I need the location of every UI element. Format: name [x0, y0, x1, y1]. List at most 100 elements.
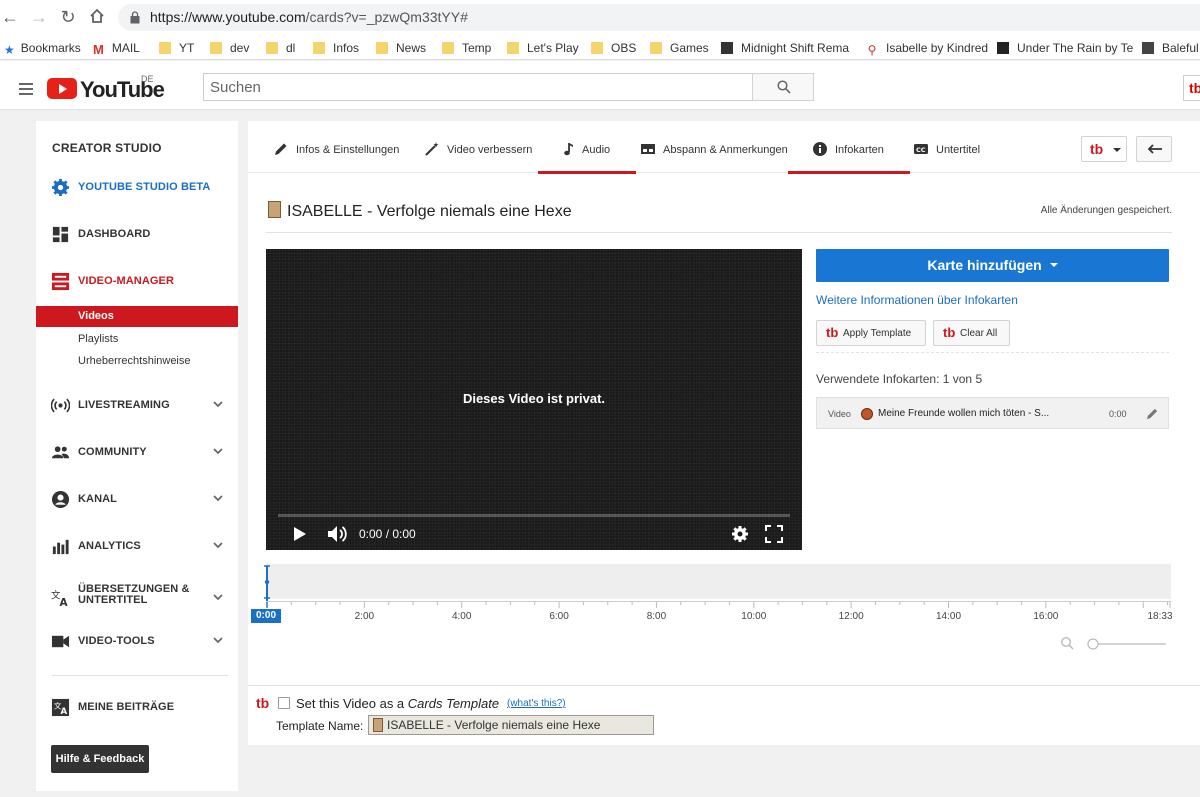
- gear-icon: [51, 178, 70, 197]
- menu-icon[interactable]: [19, 83, 33, 98]
- used-cards-count: Verwendete Infokarten: 1 von 5: [816, 372, 983, 386]
- cards-template-label: Set this Video as a Cards Template: [296, 696, 500, 711]
- tubebuddy-menu[interactable]: tb: [1183, 75, 1200, 101]
- volume-icon[interactable]: [327, 525, 347, 543]
- sidebar-item-video-tools[interactable]: VIDEO-TOOLS: [36, 626, 238, 658]
- sidebar-subitem-playlists[interactable]: Playlists: [36, 329, 238, 350]
- panel-divider: [816, 352, 1169, 353]
- bookmark-obs[interactable]: OBS: [591, 39, 636, 57]
- reload-icon[interactable]: ↻: [58, 7, 78, 27]
- tab-info-cards[interactable]: Infokarten: [788, 121, 910, 174]
- bookmark-baleful[interactable]: Baleful: [1142, 39, 1199, 57]
- sidebar-subitem-videos[interactable]: Videos: [36, 306, 238, 327]
- caret-down-icon: [1113, 148, 1121, 152]
- bookmark-dl[interactable]: dl: [266, 39, 295, 57]
- settings-gear-icon[interactable]: [731, 525, 749, 543]
- chevron-down-icon[interactable]: [212, 492, 224, 504]
- page-icon: [1142, 42, 1154, 54]
- fullscreen-icon[interactable]: [765, 525, 783, 543]
- whats-this-link[interactable]: (what's this?): [507, 698, 566, 709]
- editor-tabs: Infos & Einstellungen Video verbessern A…: [248, 121, 1200, 174]
- forward-arrow-icon[interactable]: →: [29, 7, 49, 27]
- lock-icon: [130, 11, 140, 24]
- add-card-button[interactable]: Karte hinzufügen: [816, 249, 1169, 282]
- video-title: ISABELLE - Verfolge niemals eine Hexe: [268, 201, 572, 221]
- youtube-play-icon: [47, 78, 77, 99]
- back-arrow-icon[interactable]: ←: [0, 7, 20, 27]
- tab-info-settings[interactable]: Infos & Einstellungen: [273, 121, 403, 173]
- tab-audio[interactable]: Audio: [538, 121, 636, 174]
- caret-down-icon: [1049, 263, 1058, 267]
- chevron-down-icon[interactable]: [212, 591, 224, 603]
- sidebar-item-my-contributions[interactable]: 文A MEINE BEITRÄGE: [36, 692, 238, 724]
- player-progress-bar[interactable]: [278, 514, 790, 517]
- timeline-tick-label: 10:00: [741, 611, 767, 622]
- endscreen-icon: [641, 144, 655, 154]
- sidebar-subitem-copyright[interactable]: Urheberrechtshinweise: [36, 351, 238, 372]
- closed-captions-icon: CC: [914, 144, 928, 154]
- bookmark-dev[interactable]: dev: [210, 39, 249, 57]
- sidebar-item-community[interactable]: COMMUNITY: [36, 437, 238, 469]
- bookmark-yt[interactable]: YT: [159, 39, 194, 57]
- apply-template-button[interactable]: tb Apply Template: [816, 320, 926, 346]
- sidebar-item-studio-beta[interactable]: YOUTUBE STUDIO BETA: [36, 172, 238, 204]
- chevron-down-icon[interactable]: [212, 445, 224, 457]
- video-player[interactable]: Dieses Video ist privat. 0:00 / 0:00: [266, 249, 802, 550]
- bookmark-mail[interactable]: M MAIL: [93, 39, 140, 57]
- folder-icon: [507, 42, 519, 54]
- more-info-cards-link[interactable]: Weitere Informationen über Infokarten: [816, 293, 1018, 307]
- card-thumbnail-icon: [861, 408, 873, 420]
- bookmark-midnight-shift[interactable]: Midnight Shift Rema: [721, 39, 849, 57]
- chevron-down-icon[interactable]: [212, 539, 224, 551]
- sidebar-divider: [52, 675, 228, 676]
- sidebar-item-kanal[interactable]: KANAL: [36, 484, 238, 516]
- tab-endscreen[interactable]: Abspann & Anmerkungen: [640, 121, 788, 173]
- timeline-tick-label: 12:00: [838, 611, 864, 622]
- svg-text:CC: CC: [916, 146, 926, 154]
- tab-subtitles[interactable]: CC Untertitel: [913, 121, 988, 173]
- community-icon: [51, 446, 70, 459]
- video-manager-icon: [51, 272, 70, 291]
- bookmarks-menu[interactable]: ★ Bookmarks: [4, 39, 81, 57]
- chevron-down-icon[interactable]: [212, 398, 224, 410]
- sidebar-item-translations[interactable]: 文A ÜBERSETZUNGEN & UNTERTITEL: [36, 579, 238, 619]
- analytics-icon: [52, 539, 69, 555]
- tubebuddy-dropdown[interactable]: tb: [1081, 136, 1127, 162]
- page-icon: [997, 42, 1009, 54]
- bookmark-games[interactable]: Games: [650, 39, 709, 57]
- search-input[interactable]: Suchen: [203, 73, 753, 101]
- timeline-tick-marks: [266, 602, 1171, 608]
- sidebar-item-analytics[interactable]: ANALYTICS: [36, 531, 238, 563]
- pencil-icon[interactable]: [1146, 407, 1159, 420]
- bookmark-isabelle[interactable]: ⚲ Isabelle by Kindred: [866, 39, 988, 57]
- home-icon[interactable]: [87, 7, 107, 27]
- tubebuddy-icon: tb: [1090, 141, 1104, 157]
- info-icon: [813, 142, 827, 156]
- help-feedback-button[interactable]: Hilfe & Feedback: [51, 745, 149, 773]
- sidebar-item-dashboard[interactable]: DASHBOARD: [36, 219, 238, 251]
- search-button[interactable]: [752, 73, 814, 101]
- bookmark-infos[interactable]: Infos: [313, 39, 359, 57]
- template-name-field[interactable]: ISABELLE - Verfolge niemals eine Hexe: [368, 715, 654, 735]
- chevron-down-icon[interactable]: [212, 634, 224, 646]
- address-text: https://www.youtube.com/cards?v=_pzwQm33…: [150, 9, 468, 25]
- card-timeline-track[interactable]: [266, 564, 1171, 599]
- bookmark-under-the-rain[interactable]: Under The Rain by Te: [997, 39, 1133, 57]
- video-thumbnail-icon: [268, 201, 281, 218]
- tab-enhance[interactable]: Video verbessern: [424, 121, 534, 173]
- back-button[interactable]: [1136, 136, 1172, 162]
- address-bar[interactable]: https://www.youtube.com/cards?v=_pzwQm33…: [118, 4, 1200, 31]
- bookmark-lets-play[interactable]: Let's Play: [507, 39, 579, 57]
- clear-all-button[interactable]: tb Clear All: [933, 320, 1010, 346]
- music-note-icon: [564, 143, 573, 156]
- page-icon: ⚲: [867, 43, 877, 57]
- sidebar-item-livestreaming[interactable]: LIVESTREAMING: [36, 390, 238, 422]
- title-divider: [266, 232, 1172, 233]
- play-icon[interactable]: [292, 525, 308, 543]
- info-card-item[interactable]: Video Meine Freunde wollen mich töten - …: [816, 397, 1169, 429]
- bookmark-temp[interactable]: Temp: [442, 39, 491, 57]
- sidebar-item-video-manager[interactable]: VIDEO-MANAGER: [36, 266, 238, 298]
- timeline-zoom[interactable]: [1060, 636, 1170, 652]
- bookmark-news[interactable]: News: [376, 39, 426, 57]
- cards-template-checkbox[interactable]: [278, 697, 290, 709]
